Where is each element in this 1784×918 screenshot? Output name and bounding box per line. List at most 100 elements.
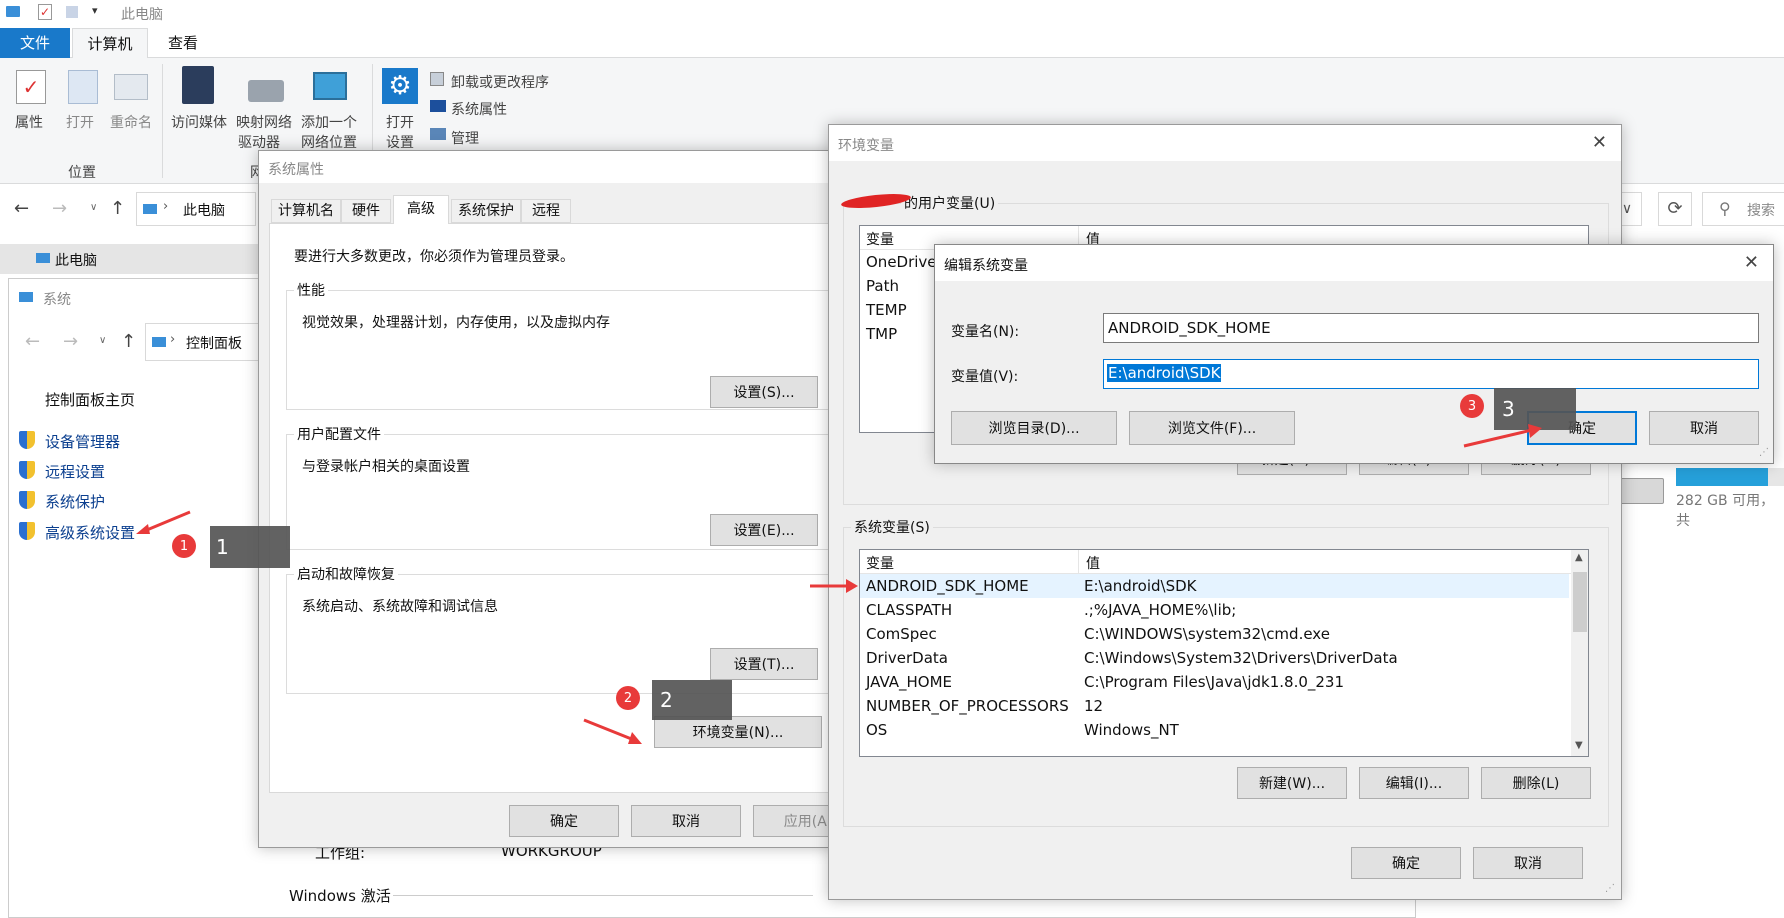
open-icon[interactable] [68,70,98,104]
network-drive-icon[interactable] [248,80,284,102]
nav-item-this-pc[interactable]: 此电脑 [55,250,97,270]
sys-var-row[interactable]: DriverData C:\Windows\System32\Drivers\Dr… [860,646,1569,670]
ribbon-map-drive-2[interactable]: 驱动器 [238,132,280,152]
system-properties-dialog: 系统属性 计算机名 硬件 高级 系统保护 远程 要进行大多数更改，你必须作为管理… [258,150,863,848]
refresh-button[interactable]: ⟳ [1658,192,1692,226]
forward-icon[interactable]: → [52,198,67,219]
environment-variables-dialog: 环境变量 ✕ 的用户变量(U) 变量 值 OneDrive Path TEMP … [828,124,1622,900]
tab-computer-name[interactable]: 计算机名 [271,199,341,223]
link-remote-settings[interactable]: 远程设置 [45,461,105,482]
link-device-manager[interactable]: 设备管理器 [45,431,120,452]
ribbon-add-location-1[interactable]: 添加一个 [301,112,357,132]
cp-address-text: 控制面板 [186,336,242,352]
forward-icon[interactable]: → [63,331,78,352]
vertical-scrollbar[interactable]: ▲ ▼ [1571,550,1588,756]
edit-var-titlebar: 编辑系统变量 [935,245,1773,281]
dropdown-icon[interactable]: ▾ [92,4,98,17]
network-location-icon[interactable] [313,72,347,100]
up-icon[interactable]: ↑ [110,198,125,219]
sys-var-row[interactable]: ComSpec C:\WINDOWS\system32\cmd.exe [860,622,1569,646]
ribbon-open-settings-2[interactable]: 设置 [386,132,414,152]
resize-grip-icon[interactable]: ⋰ [1605,883,1615,894]
performance-settings-button[interactable]: 设置(S)... [710,376,818,408]
search-box[interactable]: ⚲ 搜索 [1702,192,1784,226]
drive-icon[interactable] [1618,478,1664,504]
folder-icon[interactable] [66,6,78,18]
address-chevron-icon: › [170,332,176,347]
ribbon-uninstall[interactable]: 卸载或更改程序 [451,72,549,92]
col-value[interactable]: 值 [1086,553,1100,573]
close-icon[interactable]: ✕ [1592,132,1607,153]
link-advanced-system-settings[interactable]: 高级系统设置 [45,522,135,543]
properties-icon[interactable]: ✓ [38,4,52,20]
ribbon-properties[interactable]: 属性 [15,112,43,132]
group-location: 位置 [68,165,96,181]
tab-advanced[interactable]: 高级 [393,195,449,224]
drive-free-space: 282 GB 可用，共 [1676,493,1775,529]
gear-icon[interactable]: ⚙ [382,68,418,104]
back-icon[interactable]: ← [25,331,40,352]
ribbon-manage[interactable]: 管理 [451,128,479,148]
environment-variables-button[interactable]: 环境变量(N)... [654,716,822,748]
ribbon-system-properties[interactable]: 系统属性 [451,99,507,119]
sys-props-ok-button[interactable]: 确定 [509,805,619,837]
browse-directory-button[interactable]: 浏览目录(D)... [951,411,1117,445]
sys-var-row[interactable]: NUMBER_OF_PROCESSORS 12 [860,694,1569,718]
ribbon-rename[interactable]: 重命名 [110,112,152,132]
tab-file[interactable]: 文件 [0,28,70,58]
col-variable[interactable]: 变量 [866,553,894,573]
link-system-protection[interactable]: 系统保护 [45,491,105,512]
resize-grip-icon[interactable]: ⋰ [1759,447,1769,458]
tab-view[interactable]: 查看 [150,28,216,58]
sys-var-row[interactable]: JAVA_HOME C:\Program Files\Java\jdk1.8.0_… [860,670,1569,694]
variable-value-field[interactable]: E:\android\SDK [1103,359,1759,389]
system-new-button[interactable]: 新建(W)... [1237,767,1347,799]
media-icon[interactable] [182,66,214,104]
list-header: 变量 值 [860,550,1571,574]
env-cancel-button[interactable]: 取消 [1473,847,1583,879]
startup-recovery-settings-button[interactable]: 设置(T)... [710,648,818,680]
tab-system-protection[interactable]: 系统保护 [451,199,521,223]
ribbon-add-location-2[interactable]: 网络位置 [301,132,357,152]
col-variable[interactable]: 变量 [866,229,894,249]
scrollbar-thumb[interactable] [1573,572,1587,632]
computer-icon [143,204,157,214]
cp-address-bar[interactable]: › 控制面板 [145,323,265,361]
ribbon-open-settings-1[interactable]: 打开 [386,112,414,132]
ribbon-map-drive-1[interactable]: 映射网络 [236,112,292,132]
sys-var-row-selected[interactable]: ANDROID_SDK_HOME E:\android\SDK [860,574,1569,598]
browse-file-button[interactable]: 浏览文件(F)... [1129,411,1295,445]
edit-var-cancel-button[interactable]: 取消 [1649,411,1759,445]
properties-large-icon[interactable]: ✓ [16,70,46,104]
sys-props-cancel-button[interactable]: 取消 [631,805,741,837]
sys-var-row[interactable]: OS Windows_NT [860,718,1569,742]
user-profiles-settings-button[interactable]: 设置(E)... [710,514,818,546]
sys-var-value: C:\WINDOWS\system32\cmd.exe [1084,625,1330,643]
tab-computer[interactable]: 计算机 [72,28,148,59]
sys-var-row[interactable]: CLASSPATH .;%JAVA_HOME%\lib; [860,598,1569,622]
env-ok-button[interactable]: 确定 [1351,847,1461,879]
rename-icon[interactable] [114,74,148,100]
computer-icon [36,253,50,263]
system-delete-button[interactable]: 删除(L) [1481,767,1591,799]
arrow-icon [583,718,642,744]
tab-hardware[interactable]: 硬件 [341,199,391,223]
scroll-down-icon[interactable]: ▼ [1575,740,1583,751]
up-icon[interactable]: ↑ [121,331,136,352]
variable-name-field[interactable]: ANDROID_SDK_HOME [1103,313,1759,343]
system-properties-icon [430,100,446,112]
tab-remote[interactable]: 远程 [521,199,571,223]
system-edit-button[interactable]: 编辑(I)... [1359,767,1469,799]
address-bar[interactable]: › 此电脑 [136,192,256,226]
advanced-tab-page: 要进行大多数更改，你必须作为管理员登录。 性能 视觉效果，处理器计划，内存使用，… [269,223,832,793]
back-icon[interactable]: ← [14,198,29,219]
recent-icon[interactable]: ∨ [90,202,97,213]
ribbon-open[interactable]: 打开 [66,112,94,132]
recent-icon[interactable]: ∨ [99,335,106,346]
close-icon[interactable]: ✕ [1744,252,1759,273]
system-variables-list[interactable]: 变量 值 ANDROID_SDK_HOME E:\android\SDK CLAS… [859,549,1589,757]
scroll-up-icon[interactable]: ▲ [1575,552,1583,563]
col-divider [1078,550,1079,574]
ribbon-access-media[interactable]: 访问媒体 [171,112,227,132]
cp-home-link[interactable]: 控制面板主页 [45,389,135,410]
